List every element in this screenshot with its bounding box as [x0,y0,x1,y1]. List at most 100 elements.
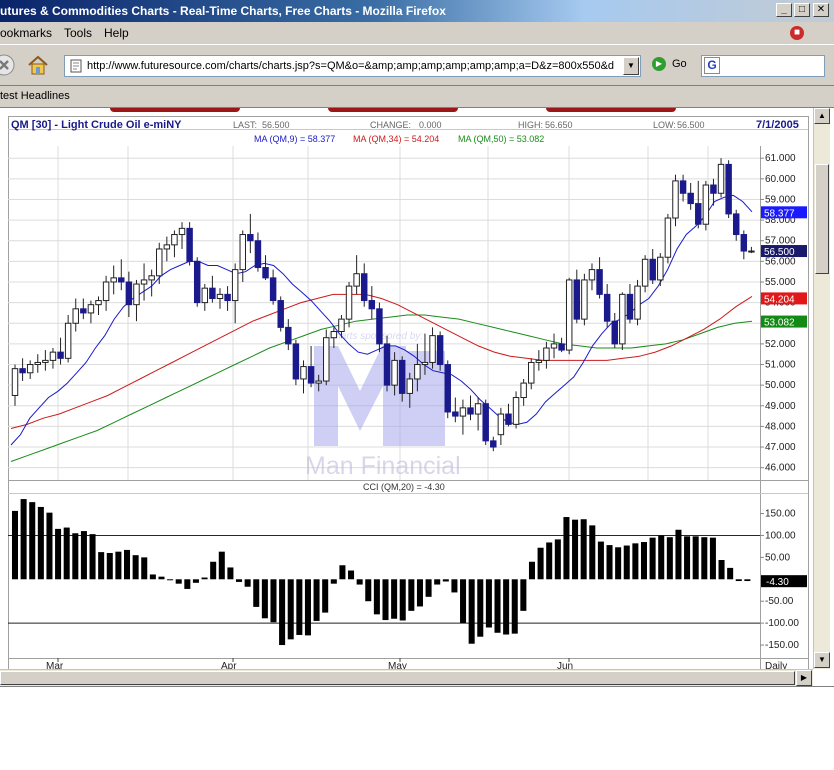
candle-down [679,180,687,194]
menu-tools[interactable]: Tools [64,26,92,40]
candle-up [216,293,224,299]
last-value: 56.500 [262,120,290,130]
scroll-up-button[interactable]: ▲ [814,108,830,124]
cci-legend: CCI (QM,20) = -4.30 [363,482,445,492]
close-window-button[interactable]: ✕ [813,3,829,17]
cci-bar [709,537,716,580]
candle-up [528,361,535,384]
vertical-scroll-thumb[interactable] [815,164,829,274]
cci-bar [141,557,148,580]
cci-bar [563,517,570,580]
candle-up [421,361,429,366]
stop-loading-icon[interactable] [0,53,16,77]
candle-down [626,293,634,320]
url-dropdown-button[interactable]: ▼ [623,57,639,75]
menu-bookmarks[interactable]: ookmarks [0,26,52,40]
cci-bar [666,537,673,580]
horizontal-scrollbar[interactable]: ▶ [0,669,813,686]
candle-down [80,308,87,314]
candle-up [565,279,573,351]
price-tick-label: 61.000 [765,153,796,164]
menu-bar: ookmarks Tools Help [0,22,834,44]
candle-down [292,343,300,380]
candle-down [710,184,717,194]
candle-up [672,180,679,219]
cci-bar [494,579,501,633]
cci-bar [115,551,122,580]
cci-bar [287,579,294,640]
watermark-brand: Man Financial [305,452,461,480]
stop-icon[interactable]: ■ [790,26,804,40]
candle-up [49,351,57,361]
candle-up [657,256,664,281]
cci-bar [425,579,432,597]
candle-up [353,273,360,287]
ma50-legend: MA (QM,50) = 53.082 [458,134,544,144]
cci-bar [391,579,398,619]
last-label: LAST: [233,120,257,130]
candle-down [452,411,459,417]
bookmark-latest-headlines[interactable]: test Headlines [0,90,70,102]
site-tab-1[interactable] [110,108,240,112]
candle-down [444,364,451,413]
candle-down [732,213,740,236]
cci-tick-label: -50.00 [765,596,794,607]
candle-up [239,234,246,271]
candle-down [19,368,26,374]
maximize-button[interactable]: □ [794,3,810,17]
candle-up [634,285,641,320]
candle-down [603,293,611,322]
go-button[interactable]: ▶ Go [652,57,687,71]
google-search-icon[interactable]: G [704,57,720,74]
cci-bar [37,506,44,580]
home-icon[interactable] [26,53,50,77]
candle-down [398,359,406,394]
candle-up [42,359,49,363]
scroll-down-button[interactable]: ▼ [814,652,830,668]
cci-bar [727,567,734,580]
cci-bar [528,561,535,580]
candle-up [345,285,353,320]
minimize-button[interactable]: _ [776,3,792,17]
candle-down [368,300,376,310]
cci-bar [735,579,742,582]
cci-bar [46,512,53,580]
cci-bar [744,579,751,582]
cci-bar [236,579,243,582]
candle-up [95,300,102,306]
cci-bar [365,579,372,602]
horizontal-scroll-thumb[interactable] [0,671,795,685]
site-tab-3[interactable] [546,108,676,112]
candle-up [497,413,505,436]
candle-up [641,258,649,287]
candle-down [649,258,656,281]
cci-tick-label: -100.00 [765,618,799,629]
vertical-scrollbar[interactable]: ▲ ▼ [813,108,830,669]
candle-down [482,403,489,442]
menu-help[interactable]: Help [104,26,129,40]
candle-down [277,300,284,328]
low-label: LOW: [653,120,676,130]
candle-up [178,227,186,236]
address-bar[interactable]: http://www.futuresource.com/charts/chart… [64,55,641,77]
cci-bar [123,549,131,580]
candle-up [201,287,209,304]
candle-down [224,293,231,302]
candle-up [748,250,755,253]
cci-bar [606,545,613,580]
scroll-right-button[interactable]: ▶ [796,670,812,686]
cci-bar [11,510,19,580]
cci-bar [339,565,346,580]
candle-up [535,359,543,363]
candle-up [34,361,42,366]
candle-down [269,277,277,302]
site-tab-2[interactable] [328,108,458,112]
url-text[interactable]: http://www.futuresource.com/charts/chart… [87,60,615,72]
price-tick-label: 51.000 [765,360,796,371]
search-box[interactable]: G [701,55,825,77]
cci-bar [572,519,579,580]
cci-bar [718,560,725,580]
cci-bar [373,579,380,615]
candle-down [467,407,474,415]
price-tick-label: 60.000 [765,174,796,185]
